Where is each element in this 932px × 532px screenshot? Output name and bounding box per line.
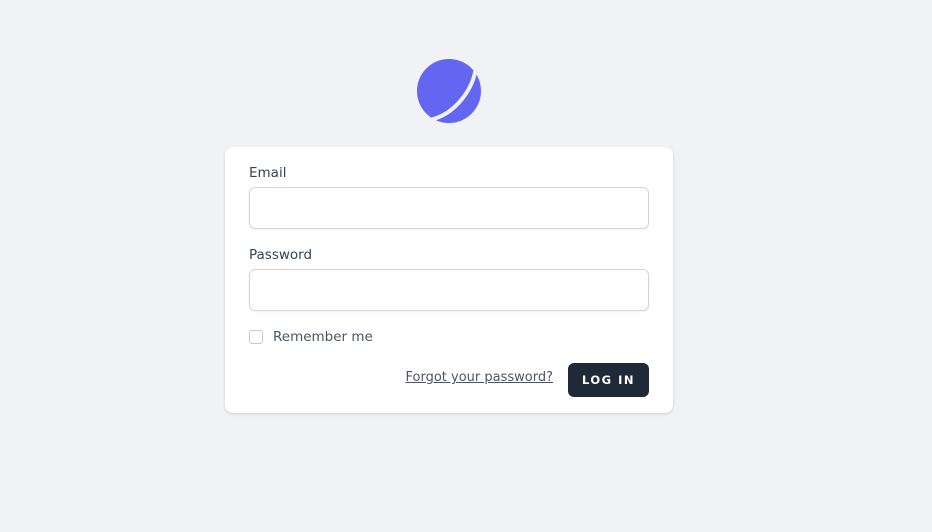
email-label: Email xyxy=(249,165,287,181)
remember-me-checkbox[interactable] xyxy=(249,330,263,344)
remember-me-label: Remember me xyxy=(273,329,373,345)
login-card: Email Password Remember me Forgot your p… xyxy=(225,147,673,413)
forgot-password-link[interactable]: Forgot your password? xyxy=(405,370,553,385)
login-page: Email Password Remember me Forgot your p… xyxy=(0,0,932,532)
planet-logo-icon xyxy=(417,59,481,123)
password-label: Password xyxy=(249,247,313,263)
remember-me-row[interactable]: Remember me xyxy=(249,328,373,346)
email-input[interactable] xyxy=(249,187,649,229)
password-input[interactable] xyxy=(249,269,649,311)
login-button[interactable]: LOG IN xyxy=(568,363,649,397)
